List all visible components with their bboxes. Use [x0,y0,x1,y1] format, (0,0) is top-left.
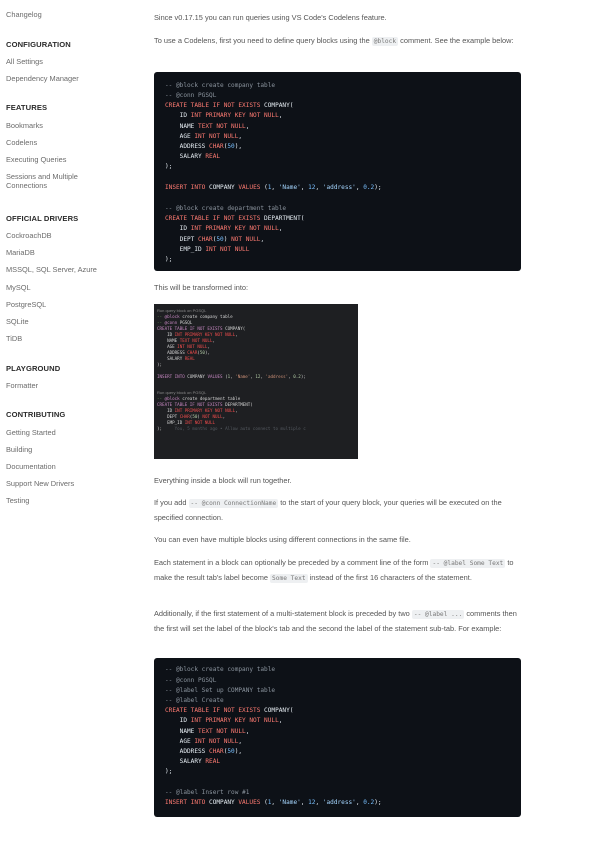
code-line: ); [165,163,173,170]
text: Each statement in a block can optionally… [154,558,431,567]
sidebar-item-codelens[interactable]: Codelens [6,138,37,147]
inline-code: Some Text [270,574,308,584]
code-line: -- @label Insert row #1 [165,789,250,796]
codelens-screenshot: Run query block on PGSQL -- @block creat… [154,304,358,459]
intro-paragraph: Since v0.17.15 you can run queries using… [154,13,387,22]
sidebar-item-testing[interactable]: Testing [6,496,29,505]
code-line: CREATE TABLE IF NOT EXISTS DEPARTMENT( [157,402,253,407]
code-line: -- @conn PGSQL [165,677,217,684]
label-paragraph: Each statement in a block can optionally… [154,556,522,586]
inline-code: -- @conn ConnectionName [188,499,279,508]
code-line: INSERT INTO COMPANY VALUES (1, 'Name', 1… [165,799,382,806]
code-line: -- @block create department table [165,205,287,212]
code-line: SALARY REAL [165,153,221,160]
code-line: ADDRESS CHAR(50), [165,748,243,755]
code-line: INSERT INTO COMPANY VALUES (1, 'Name', 1… [165,184,382,191]
codelens-run-link[interactable]: Run query block on PGSQL [157,308,206,313]
block-run-paragraph: Everything inside a block will run toget… [154,476,292,485]
code-line: -- @label Set up COMPANY table [165,687,276,694]
sidebar-item-documentation[interactable]: Documentation [6,462,56,471]
code-line: INSERT INTO COMPANY VALUES (1, 'Name', 1… [157,374,306,379]
text: If you add [154,498,189,507]
code-line: -- @conn PGSQL [157,320,193,325]
sidebar-item-changelog[interactable]: Changelog [6,10,42,19]
code-line: CREATE TABLE IF NOT EXISTS DEPARTMENT( [165,215,305,222]
code-line: -- @block create company table [157,314,233,319]
inline-code: -- @label Some Text [430,559,506,568]
multi-conn-paragraph: You can even have multiple blocks using … [154,535,411,544]
code-line: ID INT PRIMARY KEY NOT NULL, [165,225,283,232]
code-line: AGE INT NOT NULL, [165,738,243,745]
code-line: -- @conn PGSQL [165,92,217,99]
code-line: EMP_ID INT NOT NULL [157,420,215,425]
text: To use a Codelens, first you need to def… [154,36,372,45]
sidebar-section-contributing: CONTRIBUTING [6,410,66,419]
code-line: ); [157,362,163,367]
code-line: ); [165,256,173,263]
code-line: DEPT CHAR(50) NOT NULL, [157,414,226,419]
code-line: -- @block create department table [157,396,241,401]
sidebar-section-playground: PLAYGROUND [6,364,61,373]
sidebar-item-postgresql[interactable]: PostgreSQL [6,300,46,309]
text: Additionally, if the first statement of … [154,609,412,618]
multi-label-paragraph: Additionally, if the first statement of … [154,607,522,636]
sidebar-item-mysql[interactable]: MySQL [6,283,31,292]
sidebar-item-cockroachdb[interactable]: CockroachDB [6,231,52,240]
code-line: CREATE TABLE IF NOT EXISTS COMPANY( [165,707,294,714]
codelens-paragraph: To use a Codelens, first you need to def… [154,34,522,49]
code-line: ID INT PRIMARY KEY NOT NULL, [165,112,283,119]
code-line: -- @block create company table [165,666,276,673]
code-line: ); You, 5 months ago • Allow auto connec… [157,426,306,431]
sidebar-item-sessions[interactable]: Sessions and Multiple Connections [6,172,104,191]
code-line: NAME TEXT NOT NULL, [157,338,216,343]
code-line: ADDRESS CHAR(50), [165,143,243,150]
sidebar-section-configuration: CONFIGURATION [6,40,71,49]
code-line: ID INT PRIMARY KEY NOT NULL, [157,408,238,413]
sidebar-item-executing-queries[interactable]: Executing Queries [6,155,66,164]
code-line: ADDRESS CHAR(50), [157,350,210,355]
code-line: EMP_ID INT NOT NULL [165,246,250,253]
code-block-example: -- @block create company table -- @conn … [154,72,521,271]
sidebar-item-all-settings[interactable]: All Settings [6,57,43,66]
sidebar-item-formatter[interactable]: Formatter [6,381,38,390]
code-line: SALARY REAL [157,356,195,361]
code-line: AGE INT NOT NULL, [165,133,243,140]
code-block-label-example: -- @block create company table -- @conn … [154,658,521,817]
sidebar-section-official-drivers: OFFICIAL DRIVERS [6,214,79,223]
code-line: SALARY REAL [165,758,221,765]
inline-code: @block [371,37,399,46]
sidebar-item-dependency-manager[interactable]: Dependency Manager [6,74,79,83]
code-line: AGE INT NOT NULL, [157,344,210,349]
code-line: NAME TEXT NOT NULL, [165,123,250,130]
inline-code: -- @label ... [411,610,465,619]
code-line: CREATE TABLE IF NOT EXISTS COMPANY( [157,326,246,331]
code-line: CREATE TABLE IF NOT EXISTS COMPANY( [165,102,294,109]
code-line: ID INT PRIMARY KEY NOT NULL, [157,332,238,337]
conn-paragraph: If you add -- @conn ConnectionName to th… [154,496,522,525]
code-line: ID INT PRIMARY KEY NOT NULL, [165,717,283,724]
sidebar-section-features: FEATURES [6,103,48,112]
code-line: DEPT CHAR(50) NOT NULL, [165,236,265,243]
sidebar-item-support-new-drivers[interactable]: Support New Drivers [6,479,74,488]
code-line: NAME TEXT NOT NULL, [165,728,250,735]
sidebar-item-getting-started[interactable]: Getting Started [6,428,56,437]
text: instead of the first 16 characters of th… [307,573,472,583]
code-line: -- @block create company table [165,82,276,89]
text: comment. See the example below: [398,36,514,45]
sidebar-item-building[interactable]: Building [6,445,32,454]
codelens-run-link[interactable]: Run query block on PGSQL [157,390,206,395]
sidebar-item-bookmarks[interactable]: Bookmarks [6,121,43,130]
code-line: -- @label Create [165,697,224,704]
sidebar-item-mariadb[interactable]: MariaDB [6,248,35,257]
transformed-paragraph: This will be transformed into: [154,283,249,292]
sidebar-item-mssql[interactable]: MSSQL, SQL Server, Azure [6,265,97,274]
sidebar-item-tidb[interactable]: TiDB [6,334,22,343]
sidebar-item-sqlite[interactable]: SQLite [6,317,29,326]
code-line: ); [165,768,173,775]
